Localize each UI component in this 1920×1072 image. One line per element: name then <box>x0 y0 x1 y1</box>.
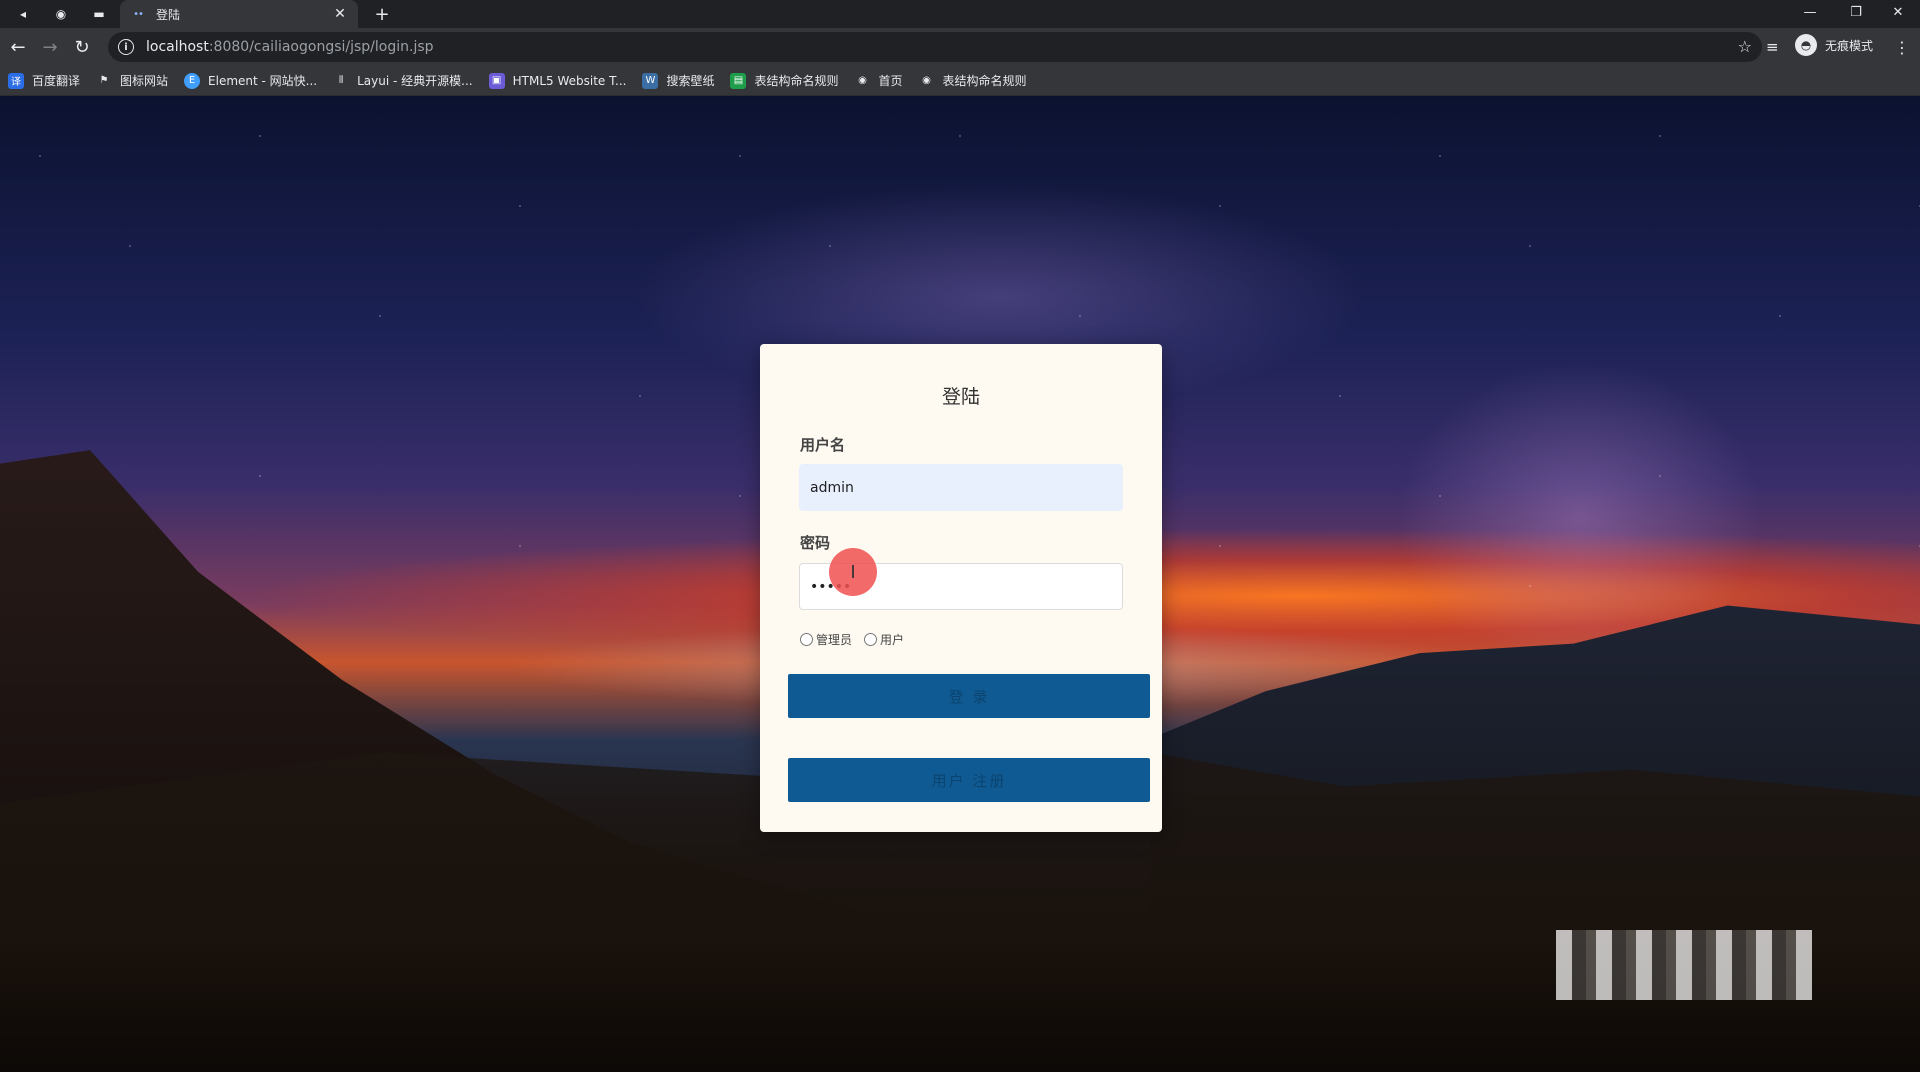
role-user-label: 用户 <box>880 633 905 647</box>
close-tab-icon[interactable]: ✕ <box>332 6 348 22</box>
password-label: 密码 <box>800 534 831 552</box>
pixelated-watermark <box>1556 930 1812 1000</box>
bookmark-item[interactable]: W 搜索壁纸 <box>642 72 714 89</box>
new-tab-button[interactable]: + <box>370 2 394 26</box>
globe-icon: ◉ <box>922 75 931 86</box>
site-info-icon[interactable]: i <box>118 39 134 55</box>
username-label: 用户名 <box>800 436 846 454</box>
login-card: 登陆 用户名 密码 管理员 用户 登 录 用户 注册 <box>760 344 1162 832</box>
browser-toolbar: ← → ↻ i localhost:8080/cailiaogongsi/jsp… <box>0 28 1920 66</box>
bookmarks-bar: 译百度翻译 ⚑ 图标网站 E Element - 网站快... ⫴ Layui - 经… <box>0 66 1920 96</box>
address-bar[interactable]: i localhost:8080/cailiaogongsi/jsp/login… <box>108 32 1762 62</box>
bookmark-star-icon[interactable]: ☆ <box>1738 37 1752 56</box>
bookmark-item[interactable]: ▣ HTML5 Website T... <box>488 72 626 89</box>
browser-tab-active[interactable]: •• 登陆 ✕ <box>120 0 358 28</box>
bookmark-item[interactable]: ⚑ 图标网站 <box>96 72 169 89</box>
wallpaper-icon: W <box>642 72 659 89</box>
role-admin-radio[interactable] <box>800 633 813 646</box>
tab-title: 登陆 <box>156 7 181 22</box>
layui-logo-icon: ⫴ <box>339 75 344 86</box>
role-selector: 管理员 用户 <box>800 631 916 648</box>
bookmark-item[interactable]: E Element - 网站快... <box>184 72 317 89</box>
role-admin-label: 管理员 <box>816 633 853 647</box>
window-icon[interactable]: ▬ <box>88 3 110 25</box>
element-logo-icon: E <box>184 72 201 89</box>
incognito-icon: ◓ <box>1795 34 1817 56</box>
reading-list-icon[interactable]: ≡ <box>1766 35 1779 59</box>
flag-icon: ⚑ <box>99 75 109 86</box>
login-button[interactable]: 登 录 <box>788 674 1150 718</box>
address-url: localhost:8080/cailiaogongsi/jsp/login.j… <box>146 39 434 55</box>
globe-icon[interactable]: ◉ <box>50 3 72 25</box>
speaker-icon[interactable]: ◂ <box>12 3 34 25</box>
username-input[interactable] <box>799 464 1123 511</box>
translate-icon: 译 <box>8 72 24 89</box>
sheet-icon: ▤ <box>730 72 747 89</box>
login-title: 登陆 <box>941 386 980 408</box>
loading-dots-icon: •• <box>133 8 144 20</box>
role-user-radio[interactable] <box>864 633 878 646</box>
reload-button[interactable]: ↻ <box>70 35 94 59</box>
browser-tab-bar: ◂ ◉ ▬ •• 登陆 ✕ + — ❐ ✕ <box>0 0 1920 28</box>
bookmark-item[interactable]: ◉ 表结构命名规则 <box>919 72 1026 89</box>
bookmark-item[interactable]: ⫴ Layui - 经典开源模... <box>333 72 473 89</box>
incognito-profile[interactable]: ◓ 无痕模式 <box>1795 34 1873 56</box>
password-input[interactable] <box>799 563 1123 610</box>
close-window-button[interactable]: ✕ <box>1876 0 1920 24</box>
html5-template-icon: ▣ <box>488 72 505 89</box>
minimize-window-button[interactable]: — <box>1788 0 1832 24</box>
register-button[interactable]: 用户 注册 <box>788 758 1150 802</box>
browser-menu-icon[interactable]: ⋮ <box>1894 35 1910 59</box>
bookmark-item[interactable]: 译百度翻译 <box>8 72 80 89</box>
bookmark-item[interactable]: ◉ 首页 <box>854 72 902 89</box>
bookmark-item[interactable]: ▤ 表结构命名规则 <box>730 72 838 89</box>
back-button[interactable]: ← <box>6 35 30 59</box>
forward-button[interactable]: → <box>38 35 62 59</box>
globe-icon: ◉ <box>858 75 867 86</box>
restore-window-button[interactable]: ❐ <box>1834 0 1878 24</box>
